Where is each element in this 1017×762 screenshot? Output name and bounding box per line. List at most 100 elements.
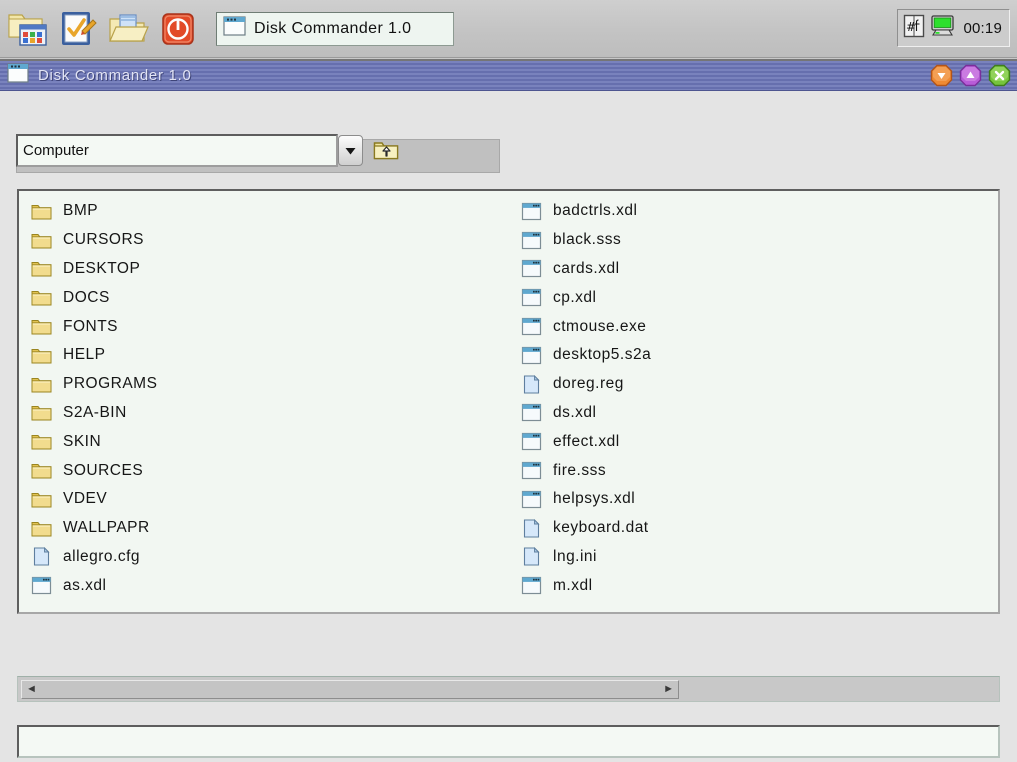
file-list-item[interactable]: lng.ini bbox=[517, 543, 997, 572]
path-dropdown-button[interactable] bbox=[338, 135, 363, 166]
file-name: fire.sss bbox=[553, 461, 607, 479]
file-list-item[interactable]: allegro.cfg bbox=[27, 543, 507, 572]
file-list-item[interactable]: VDEV bbox=[27, 485, 507, 514]
document-icon bbox=[523, 547, 540, 567]
application-window: Disk Commander 1.0 Computer BMP CURSORS … bbox=[0, 59, 1017, 762]
file-name: cards.xdl bbox=[553, 259, 620, 277]
file-name: black.sss bbox=[553, 231, 622, 249]
window-file-icon bbox=[31, 577, 52, 595]
folder-icon bbox=[31, 262, 52, 277]
file-list-item[interactable]: WALLPAPR bbox=[27, 514, 507, 543]
file-name: effect.xdl bbox=[553, 432, 620, 450]
path-input[interactable]: Computer bbox=[16, 134, 338, 167]
file-list-item[interactable]: keyboard.dat bbox=[517, 514, 997, 543]
document-icon bbox=[33, 547, 50, 567]
keyboard-layout-icon[interactable]: # bbox=[903, 14, 925, 43]
file-list-item[interactable]: S2A-BIN bbox=[27, 399, 507, 428]
file-list-item[interactable]: effect.xdl bbox=[517, 427, 997, 456]
window-file-icon bbox=[521, 577, 542, 595]
window-body: Computer BMP CURSORS DESKTOP DOCS FONTS HELP P… bbox=[0, 91, 1017, 762]
file-name: ds.xdl bbox=[553, 403, 597, 421]
file-name: keyboard.dat bbox=[553, 519, 649, 537]
file-list-item[interactable]: badctrls.xdl bbox=[517, 197, 997, 226]
minimize-button[interactable] bbox=[930, 64, 953, 87]
file-list-item[interactable]: cp.xdl bbox=[517, 283, 997, 312]
scroll-right-icon: ► bbox=[663, 683, 674, 695]
horizontal-scrollbar[interactable]: ◄ ► bbox=[17, 676, 1000, 702]
file-name: as.xdl bbox=[63, 576, 107, 594]
folder-up-icon bbox=[373, 142, 399, 160]
scroll-left-icon: ◄ bbox=[26, 683, 37, 695]
open-folder-icon[interactable] bbox=[106, 7, 150, 51]
file-list-item[interactable]: ds.xdl bbox=[517, 399, 997, 428]
folder-icon bbox=[31, 320, 52, 335]
monitor-display-icon[interactable] bbox=[930, 14, 956, 43]
file-name: BMP bbox=[63, 202, 99, 220]
file-name: helpsys.xdl bbox=[553, 490, 636, 508]
window-controls bbox=[930, 64, 1011, 87]
taskbar-window-label: Disk Commander 1.0 bbox=[254, 19, 412, 37]
tray-clock: 00:19 bbox=[963, 19, 1002, 37]
checklist-edit-icon[interactable] bbox=[56, 7, 100, 51]
folder-up-button[interactable] bbox=[372, 135, 400, 165]
file-list-item[interactable]: cards.xdl bbox=[517, 255, 997, 284]
window-file-icon bbox=[521, 260, 542, 278]
maximize-button[interactable] bbox=[959, 64, 982, 87]
file-list-item[interactable]: m.xdl bbox=[517, 571, 997, 600]
close-button[interactable] bbox=[988, 64, 1011, 87]
window-titlebar[interactable]: Disk Commander 1.0 bbox=[0, 61, 1017, 91]
window-file-icon bbox=[521, 346, 542, 364]
file-name: cp.xdl bbox=[553, 288, 597, 306]
folder-icon bbox=[31, 435, 52, 450]
file-name: m.xdl bbox=[553, 576, 593, 594]
folder-icon bbox=[31, 521, 52, 537]
file-name: WALLPAPR bbox=[63, 519, 150, 537]
desktop-screen: Disk Commander 1.0 # 00:19 Disk Commande… bbox=[0, 0, 1017, 762]
window-title: Disk Commander 1.0 bbox=[38, 67, 192, 84]
file-list-item[interactable]: helpsys.xdl bbox=[517, 485, 997, 514]
file-list-item[interactable]: fire.sss bbox=[517, 456, 997, 485]
document-icon bbox=[523, 518, 540, 538]
file-list-item[interactable]: SKIN bbox=[27, 427, 507, 456]
file-list-left-column: BMP CURSORS DESKTOP DOCS FONTS HELP PROGRAMS S2… bbox=[27, 197, 507, 600]
file-name: VDEV bbox=[63, 490, 108, 508]
file-name: DOCS bbox=[63, 288, 110, 306]
scrollbar-thumb[interactable]: ◄ ► bbox=[21, 680, 679, 699]
folder-window-icon[interactable] bbox=[6, 7, 50, 51]
taskbar: Disk Commander 1.0 # 00:19 bbox=[0, 0, 1017, 58]
file-list-item[interactable]: PROGRAMS bbox=[27, 370, 507, 399]
file-name: allegro.cfg bbox=[63, 547, 141, 565]
file-name: CURSORS bbox=[63, 231, 145, 249]
file-list-panel[interactable]: BMP CURSORS DESKTOP DOCS FONTS HELP PROGRAMS S2… bbox=[17, 189, 1000, 614]
window-file-icon bbox=[521, 461, 542, 480]
power-shutdown-icon[interactable] bbox=[156, 7, 200, 51]
file-list-item[interactable]: HELP bbox=[27, 341, 507, 370]
window-icon bbox=[223, 16, 246, 41]
file-name: badctrls.xdl bbox=[553, 202, 638, 220]
window-file-icon bbox=[521, 490, 542, 508]
file-list-item[interactable]: ctmouse.exe bbox=[517, 312, 997, 341]
file-list-item[interactable]: DESKTOP bbox=[27, 255, 507, 284]
file-list-item[interactable]: FONTS bbox=[27, 312, 507, 341]
window-file-icon bbox=[521, 317, 542, 336]
file-list-item[interactable]: BMP bbox=[27, 197, 507, 226]
file-list-item[interactable]: CURSORS bbox=[27, 226, 507, 255]
file-list-item[interactable]: as.xdl bbox=[27, 571, 507, 600]
file-name: PROGRAMS bbox=[63, 375, 158, 393]
chevron-down-icon bbox=[345, 147, 356, 154]
folder-icon bbox=[31, 464, 52, 479]
svg-text:#: # bbox=[906, 20, 916, 34]
file-name: lng.ini bbox=[553, 547, 597, 565]
folder-icon bbox=[31, 348, 52, 364]
file-list-item[interactable]: black.sss bbox=[517, 226, 997, 255]
window-file-icon bbox=[521, 202, 542, 220]
taskbar-window-button[interactable]: Disk Commander 1.0 bbox=[216, 11, 454, 46]
command-input[interactable] bbox=[17, 725, 1000, 758]
file-name: desktop5.s2a bbox=[553, 346, 652, 364]
window-file-icon bbox=[521, 433, 542, 451]
file-list-item[interactable]: DOCS bbox=[27, 283, 507, 312]
folder-icon bbox=[31, 492, 52, 508]
file-list-item[interactable]: desktop5.s2a bbox=[517, 341, 997, 370]
file-list-item[interactable]: doreg.reg bbox=[517, 370, 997, 399]
file-list-item[interactable]: SOURCES bbox=[27, 456, 507, 485]
